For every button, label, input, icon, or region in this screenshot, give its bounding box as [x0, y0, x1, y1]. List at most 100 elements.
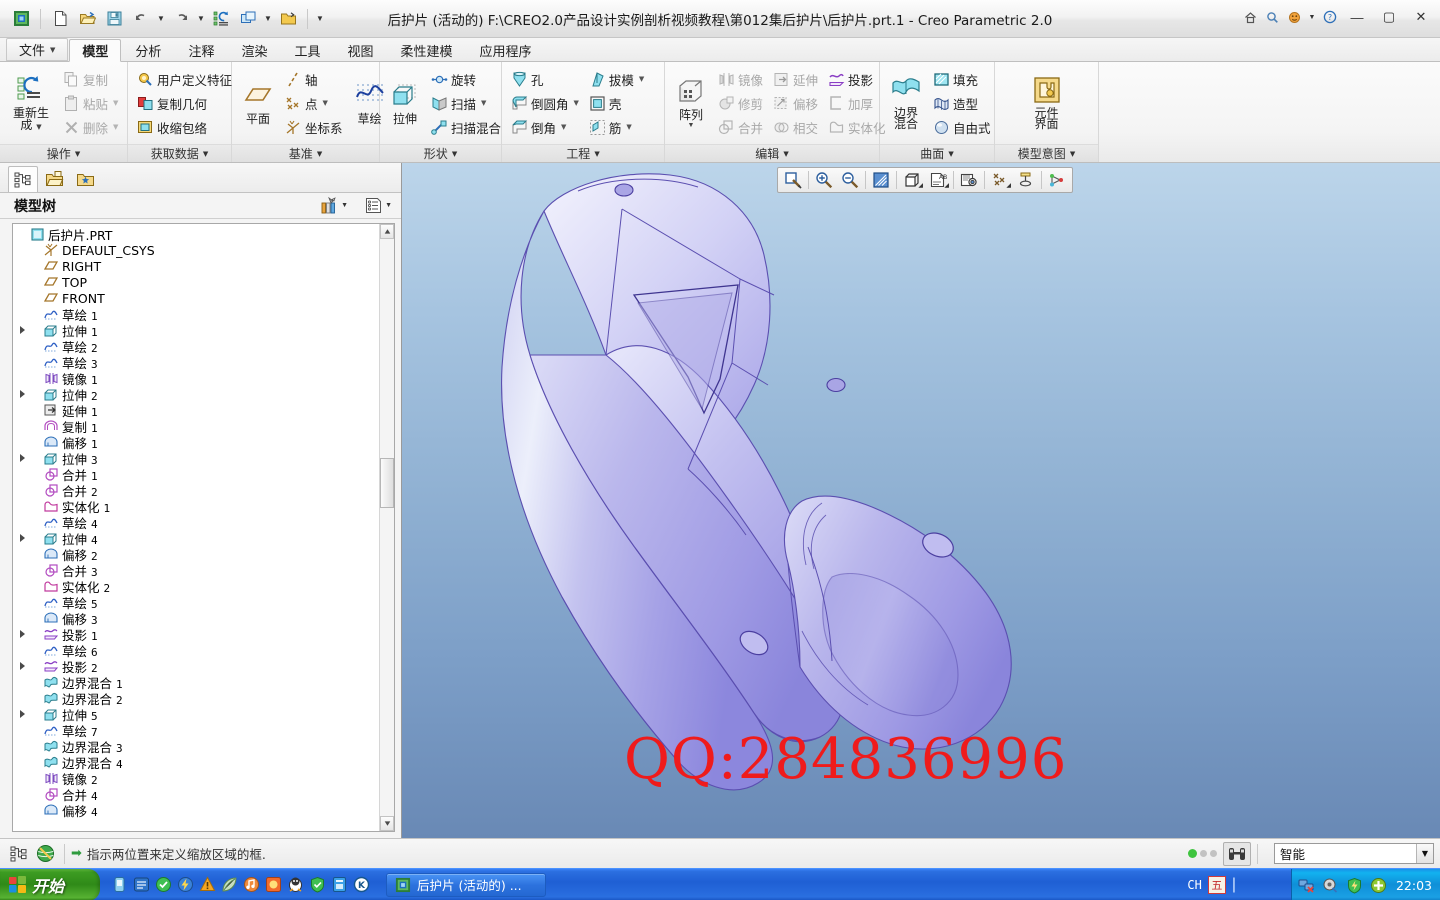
taskbar-language-bar[interactable]: CH 五 | [1179, 869, 1244, 900]
tree-item[interactable]: TOP [13, 274, 379, 290]
scroll-up-arrow-icon[interactable] [380, 224, 394, 239]
hole-button[interactable]: 孔 [506, 67, 584, 91]
tab-render[interactable]: 渲染 [228, 38, 280, 61]
help-bar-help-icon[interactable]: ? [1320, 6, 1340, 28]
sweep-button[interactable]: 扫描 ▼ [426, 91, 506, 115]
favorites-tab[interactable] [70, 166, 100, 192]
pattern-button[interactable]: 阵列 ▼ [669, 65, 713, 141]
tab-model[interactable]: 模型 [69, 39, 122, 62]
model-tree-tab[interactable] [8, 166, 38, 192]
help-bar-dropdown-arrow[interactable]: ▼ [1306, 6, 1318, 28]
help-bar-home-icon[interactable] [1240, 6, 1260, 28]
group-title-get-data[interactable]: 获取数据 ▼ [128, 144, 231, 162]
ql-media-icon[interactable] [110, 876, 128, 894]
copy-button[interactable]: 复制 [58, 67, 123, 91]
browser-toggle[interactable] [32, 842, 58, 866]
paste-button[interactable]: 粘贴 ▼ [58, 91, 123, 115]
group-title-surfaces[interactable]: 曲面 ▼ [880, 144, 994, 162]
tree-expander-icon[interactable] [15, 390, 29, 398]
extrude-button[interactable]: 拉伸 [384, 65, 426, 141]
creo-logo-icon[interactable] [8, 6, 34, 32]
minimize-button[interactable]: — [1342, 6, 1372, 28]
component-interface-button[interactable]: 元件 界面 [1021, 65, 1073, 141]
rib-button[interactable]: 筋 ▼ [584, 115, 649, 139]
style-button[interactable]: 造型 [928, 91, 996, 115]
swept-blend-button[interactable]: 扫描混合 [426, 115, 506, 139]
start-button[interactable]: 开始 [0, 868, 100, 900]
boundary-blend-button[interactable]: 边界 混合 [884, 65, 928, 141]
tree-expander-icon[interactable] [15, 454, 29, 462]
ql-browser-icon[interactable] [132, 876, 150, 894]
ql-thunder-icon[interactable] [176, 876, 194, 894]
redo-icon[interactable] [168, 6, 194, 32]
close-button[interactable]: ✕ [1406, 6, 1436, 28]
tab-annotate[interactable]: 注释 [175, 38, 227, 61]
regenerate-icon[interactable] [208, 6, 234, 32]
model-tree-rows[interactable]: 后护片.PRT DEFAULT_CSYS RIGHT TOP FRONT 草绘 1 拉伸 1 草绘… [13, 224, 379, 831]
shell-button[interactable]: 壳 [584, 91, 649, 115]
datum-axis-button[interactable]: 轴 [280, 67, 348, 91]
tree-item[interactable]: 后护片.PRT [13, 226, 379, 243]
window-icon[interactable] [235, 6, 261, 32]
model-tree-scrollbar[interactable] [379, 224, 394, 831]
trim-button[interactable]: 修剪 [713, 91, 768, 115]
ql-green-icon[interactable] [154, 876, 172, 894]
ql-k-icon[interactable]: K [352, 876, 370, 894]
ql-blue-icon[interactable] [330, 876, 348, 894]
ql-sun-icon[interactable] [264, 876, 282, 894]
ime-mode-box[interactable]: 五 [1207, 876, 1226, 894]
selection-filter-combo[interactable]: 智能 ▼ [1274, 843, 1434, 864]
tab-applications[interactable]: 应用程序 [467, 38, 545, 61]
tree-settings-button[interactable]: ▼ [361, 194, 395, 217]
tree-filter-button[interactable]: ▼ [316, 194, 351, 218]
revolve-button[interactable]: 旋转 [426, 67, 506, 91]
intersect-button[interactable]: 相交 [768, 115, 823, 139]
tab-flexible-modeling[interactable]: 柔性建模 [388, 38, 466, 61]
taskbar-item-creo[interactable]: 后护片 (活动的) ... [386, 872, 546, 897]
maximize-button[interactable]: ▢ [1374, 6, 1404, 28]
chevron-down-icon[interactable]: ▼ [1416, 844, 1433, 863]
ql-shield-icon[interactable] [308, 876, 326, 894]
tab-analysis[interactable]: 分析 [122, 38, 174, 61]
copy-geometry-button[interactable]: 复制几何 [132, 91, 237, 115]
find-button[interactable] [1223, 841, 1251, 866]
model-tree-toggle[interactable] [6, 842, 32, 866]
tree-item[interactable]: 偏移 4 [13, 802, 379, 819]
chamfer-button[interactable]: 倒角 ▼ [506, 115, 584, 139]
shrinkwrap-button[interactable]: 收缩包络 [132, 115, 237, 139]
tree-expander-icon[interactable] [15, 534, 29, 542]
group-title-datum[interactable]: 基准 ▼ [232, 144, 379, 162]
folder-browser-tab[interactable] [39, 166, 69, 192]
undo-dropdown-arrow[interactable]: ▼ [155, 6, 167, 32]
tab-file[interactable]: 文件 ▼ [6, 38, 69, 61]
scroll-down-arrow-icon[interactable] [380, 816, 394, 831]
open-icon[interactable] [74, 6, 100, 32]
window-dropdown-arrow[interactable]: ▼ [262, 6, 274, 32]
save-icon[interactable] [101, 6, 127, 32]
merge-button[interactable]: 合并 [713, 115, 768, 139]
tree-expander-icon[interactable] [15, 710, 29, 718]
tab-view[interactable]: 视图 [334, 38, 386, 61]
scrollbar-thumb[interactable] [380, 458, 394, 509]
group-title-editing[interactable]: 编辑 ▼ [665, 144, 879, 162]
qat-overflow-arrow[interactable]: ▼ [314, 6, 326, 32]
datum-point-button[interactable]: 点 ▼ [280, 91, 348, 115]
group-title-shapes[interactable]: 形状 ▼ [380, 144, 501, 162]
ql-music-icon[interactable] [242, 876, 260, 894]
delete-button[interactable]: 删除 ▼ [58, 115, 123, 139]
redo-dropdown-arrow[interactable]: ▼ [195, 6, 207, 32]
tree-item[interactable]: DEFAULT_CSYS [13, 242, 379, 258]
datum-plane-button[interactable]: 平面 [236, 65, 280, 141]
ql-warning-icon[interactable] [198, 876, 216, 894]
regenerate-button[interactable]: 重新生 成 ▼ [4, 65, 58, 141]
draft-button[interactable]: 拔模 ▼ [584, 67, 649, 91]
group-title-engineering[interactable]: 工程 ▼ [502, 144, 664, 162]
mirror-button[interactable]: 镜像 [713, 67, 768, 91]
group-title-model-intent[interactable]: 模型意图 ▼ [995, 144, 1098, 162]
undo-icon[interactable] [128, 6, 154, 32]
fill-button[interactable]: 填充 [928, 67, 996, 91]
offset-button[interactable]: 偏移 [768, 91, 823, 115]
tree-expander-icon[interactable] [15, 630, 29, 638]
datum-csys-button[interactable]: 坐标系 [280, 115, 348, 139]
round-button[interactable]: 倒圆角 ▼ [506, 91, 584, 115]
